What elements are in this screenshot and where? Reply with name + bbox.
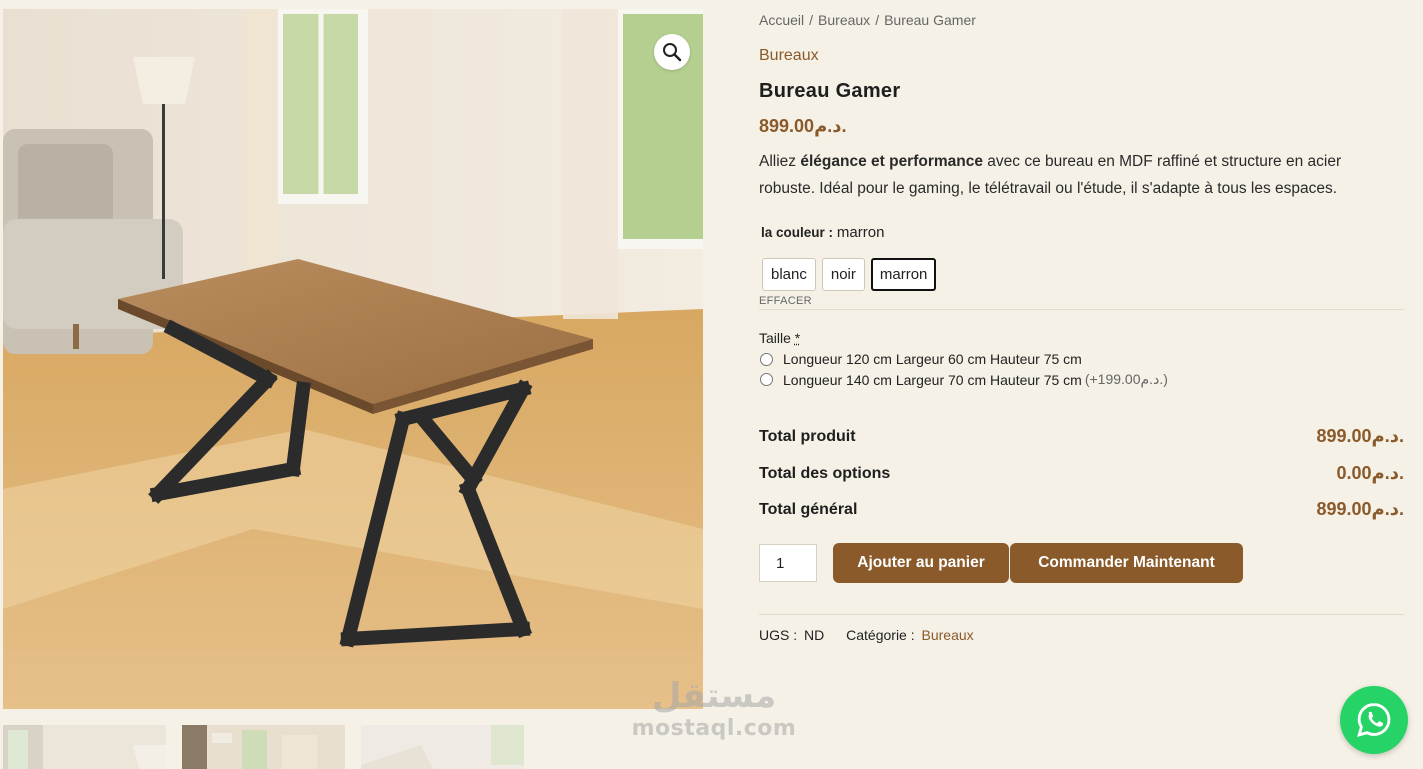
- whatsapp-chat-button[interactable]: [1340, 686, 1408, 754]
- clear-selection-link[interactable]: EFFACER: [759, 295, 812, 307]
- total-options-row: Total des options 0.00د.م.: [759, 463, 1404, 484]
- size-option-2[interactable]: Longueur 140 cm Largeur 70 cm Hauteur 75…: [759, 371, 1168, 388]
- total-options-label: Total des options: [759, 464, 891, 482]
- sku-label: UGS :: [759, 627, 798, 643]
- size-attribute-label: Taille *: [759, 330, 800, 346]
- product-main-image[interactable]: [3, 9, 703, 709]
- grand-total-value: 899.00د.م.: [1316, 499, 1404, 519]
- size-option-1[interactable]: Longueur 120 cm Largeur 60 cm Hauteur 75…: [759, 351, 1082, 367]
- swatch-noir[interactable]: noir: [821, 258, 865, 291]
- radio-button[interactable]: [760, 373, 773, 386]
- total-product-row: Total produit 899.00د.م.: [759, 426, 1404, 447]
- size-option-extra-price: (+199.00د.م.): [1084, 371, 1168, 387]
- order-now-button[interactable]: Commander Maintenant: [1010, 543, 1243, 583]
- breadcrumb-category[interactable]: Bureaux: [818, 12, 870, 28]
- size-label: Taille: [759, 330, 791, 346]
- breadcrumb-separator: /: [875, 12, 880, 28]
- product-description: Alliez élégance et performance avec ce b…: [759, 148, 1399, 202]
- product-photo: [3, 9, 703, 709]
- swatch-marron[interactable]: marron: [870, 258, 937, 291]
- size-option-label: Longueur 120 cm Largeur 60 cm Hauteur 75…: [783, 351, 1082, 367]
- grand-total-row: Total général 899.00د.م.: [759, 499, 1404, 520]
- required-mark: *: [794, 330, 801, 346]
- thumbnail-strip: [3, 725, 524, 769]
- total-product-value: 899.00د.م.: [1316, 426, 1404, 446]
- thumbnail-1[interactable]: [3, 725, 166, 769]
- zoom-button[interactable]: [654, 34, 690, 70]
- thumbnail-3[interactable]: [361, 725, 524, 769]
- category-link[interactable]: Bureaux: [922, 627, 974, 643]
- radio-button[interactable]: [760, 352, 773, 366]
- color-label: la couleur :: [761, 225, 834, 240]
- total-product-label: Total produit: [759, 427, 856, 445]
- grand-total-label: Total général: [759, 500, 858, 518]
- product-title: Bureau Gamer: [759, 80, 901, 102]
- divider: [759, 614, 1404, 615]
- product-price: 899.00د.م.: [759, 116, 847, 136]
- divider: [759, 309, 1404, 310]
- breadcrumb: Accueil / Bureaux / Bureau Gamer: [759, 12, 976, 28]
- size-option-label: Longueur 140 cm Largeur 70 cm Hauteur 75…: [783, 371, 1082, 388]
- swatch-blanc[interactable]: blanc: [762, 258, 816, 291]
- watermark: مستقل mostaql.com: [624, 676, 804, 741]
- breadcrumb-separator: /: [809, 12, 814, 28]
- color-attribute-label: la couleur : marron: [761, 224, 884, 241]
- total-options-value: 0.00د.م.: [1336, 463, 1405, 483]
- color-selected-value: marron: [836, 224, 885, 241]
- desc-highlight: élégance et performance: [800, 153, 983, 170]
- magnifier-icon: [663, 43, 682, 62]
- category-label: Catégorie :: [846, 627, 915, 643]
- product-category-link[interactable]: Bureaux: [759, 47, 819, 65]
- breadcrumb-current: Bureau Gamer: [884, 12, 976, 28]
- sku-value: ND: [804, 627, 825, 643]
- color-swatches: blanc noir marron: [762, 258, 937, 291]
- watermark-arabic: مستقل: [651, 676, 777, 716]
- desc-intro: Alliez: [759, 153, 801, 170]
- thumbnail-2[interactable]: [182, 725, 345, 769]
- add-to-cart-button[interactable]: Ajouter au panier: [833, 543, 1009, 583]
- product-meta: UGS : ND Catégorie : Bureaux: [759, 627, 974, 643]
- whatsapp-icon: [1357, 703, 1391, 737]
- breadcrumb-home[interactable]: Accueil: [759, 12, 804, 28]
- quantity-input[interactable]: 1: [759, 544, 817, 582]
- watermark-latin: mostaql.com: [631, 716, 797, 741]
